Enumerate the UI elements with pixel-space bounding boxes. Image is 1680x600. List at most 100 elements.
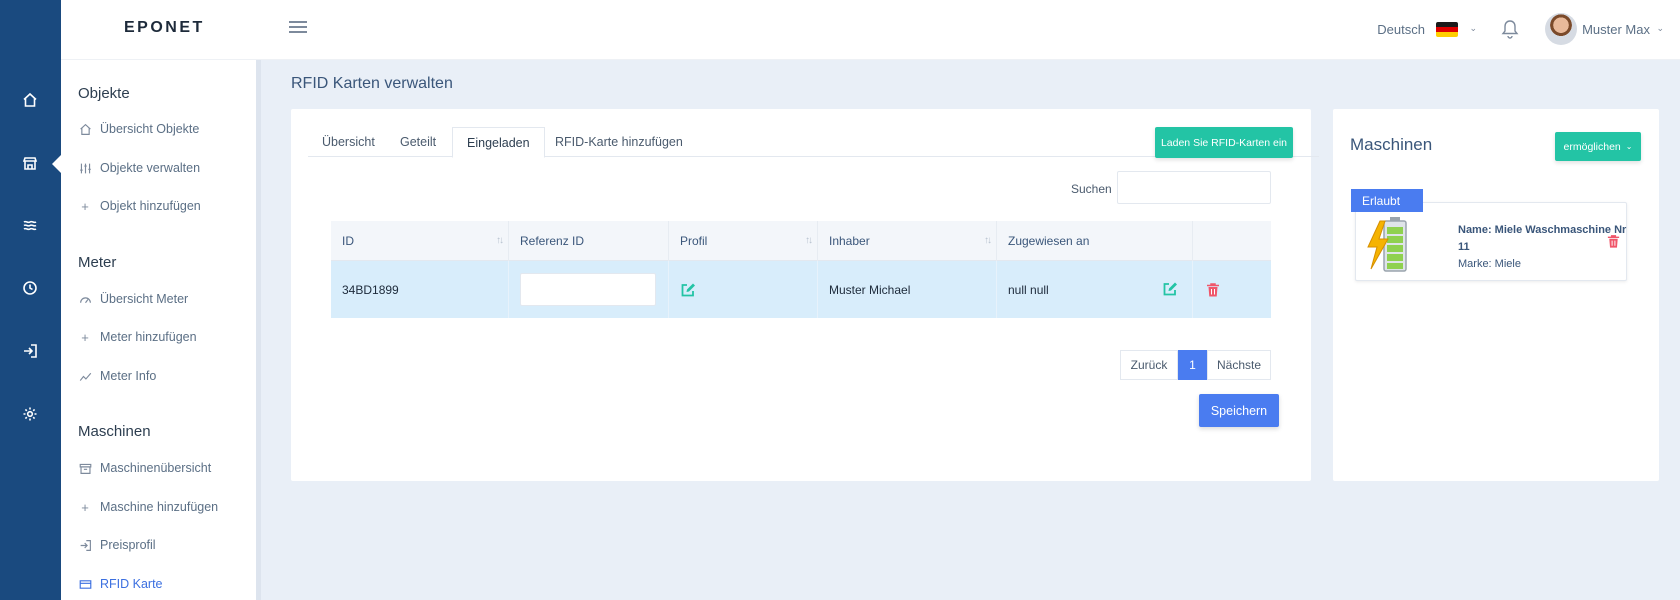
sidebar-item-label: Übersicht Objekte bbox=[100, 122, 200, 136]
gauge-icon bbox=[78, 292, 92, 306]
machines-panel: Maschinen ermöglichen ⌄ Name: Miele Wasc… bbox=[1333, 109, 1659, 481]
sidebar-item-meter-info[interactable]: Meter Info bbox=[78, 365, 156, 387]
column-header-label: Inhaber bbox=[829, 234, 870, 248]
section-title-meter: Meter bbox=[78, 254, 117, 271]
machine-brand: Marke: Miele bbox=[1458, 258, 1521, 270]
archive-icon bbox=[78, 461, 92, 475]
search-label: Suchen bbox=[1071, 182, 1112, 196]
waves-icon[interactable] bbox=[18, 213, 42, 237]
trash-icon[interactable] bbox=[1606, 234, 1621, 249]
sidebar-item-maschine-hinzufuegen[interactable]: + Maschine hinzufügen bbox=[78, 496, 218, 518]
login-icon bbox=[78, 538, 92, 552]
column-header-label: ID bbox=[342, 234, 354, 248]
sidebar-item-label: Objekt hinzufügen bbox=[100, 199, 201, 213]
assigned-to-text: null null bbox=[1008, 282, 1049, 297]
plus-icon: + bbox=[81, 329, 89, 345]
prev-page-button[interactable]: Zurück bbox=[1120, 350, 1178, 380]
avatar[interactable] bbox=[1545, 13, 1577, 45]
sidebar-item-label: Maschinenübersicht bbox=[100, 461, 212, 475]
column-header-label: Profil bbox=[680, 234, 708, 248]
edit-icon[interactable] bbox=[680, 282, 696, 298]
enable-button[interactable]: ermöglichen ⌄ bbox=[1555, 132, 1641, 161]
tab-rfid-karte-hinzufuegen[interactable]: RFID-Karte hinzufügen bbox=[541, 127, 697, 157]
clock-icon[interactable] bbox=[18, 276, 42, 300]
column-header-zugewiesen-an: Zugewiesen an bbox=[997, 221, 1193, 261]
home-icon[interactable] bbox=[18, 88, 42, 112]
machines-title: Maschinen bbox=[1350, 135, 1433, 154]
edit-icon[interactable] bbox=[1162, 281, 1178, 297]
bell-icon[interactable] bbox=[1500, 18, 1520, 40]
sliders-icon bbox=[78, 161, 92, 175]
german-flag-icon[interactable] bbox=[1436, 22, 1458, 37]
table-header: ID ↑↓ Referenz ID Profil ↑↓ Inhaber ↑↓ Z… bbox=[331, 221, 1271, 261]
user-name[interactable]: Muster Max bbox=[1582, 22, 1650, 37]
battery-charging-icon bbox=[1367, 217, 1407, 272]
menu-toggle-icon[interactable] bbox=[287, 18, 309, 40]
sidebar-item-uebersicht-objekte[interactable]: Übersicht Objekte bbox=[78, 118, 199, 140]
sidebar-item-maschinenuebersicht[interactable]: Maschinenübersicht bbox=[78, 457, 211, 479]
sort-icon[interactable]: ↑↓ bbox=[496, 235, 504, 246]
gear-icon[interactable] bbox=[18, 402, 42, 426]
sidebar-item-label: Übersicht Meter bbox=[100, 292, 189, 306]
save-button[interactable]: Speichern bbox=[1199, 394, 1279, 427]
column-header-id[interactable]: ID ↑↓ bbox=[331, 221, 509, 261]
sidebar-item-preisprofil[interactable]: Preisprofil bbox=[78, 534, 156, 556]
search-input[interactable] bbox=[1117, 171, 1271, 204]
chevron-down-icon[interactable]: ⌄ bbox=[1469, 23, 1477, 34]
language-label[interactable]: Deutsch bbox=[1377, 22, 1425, 37]
cell-profil bbox=[669, 261, 818, 318]
icon-rail bbox=[0, 0, 61, 600]
tab-eingeladen[interactable]: Eingeladen bbox=[452, 127, 545, 158]
next-page-button[interactable]: Nächste bbox=[1207, 350, 1271, 380]
rfid-table: ID ↑↓ Referenz ID Profil ↑↓ Inhaber ↑↓ Z… bbox=[331, 221, 1271, 318]
enable-button-label: ermöglichen bbox=[1563, 140, 1621, 153]
cell-actions bbox=[1193, 261, 1271, 318]
column-header-referenz-id: Referenz ID bbox=[509, 221, 669, 261]
sort-icon[interactable]: ↑↓ bbox=[805, 235, 813, 246]
sidebar-item-rfid-karte[interactable]: RFID Karte bbox=[78, 573, 163, 595]
sidebar-item-label: Objekte verwalten bbox=[100, 161, 201, 175]
sidebar-item-label: Meter Info bbox=[100, 369, 157, 383]
sidebar-item-label: Meter hinzufügen bbox=[100, 330, 197, 344]
plus-icon: + bbox=[81, 499, 89, 515]
machine-item[interactable]: Name: Miele Waschmaschine Nr 11 Marke: M… bbox=[1355, 202, 1627, 281]
active-indicator bbox=[52, 155, 61, 173]
column-header-label: Zugewiesen an bbox=[1008, 234, 1090, 248]
column-header-profil[interactable]: Profil ↑↓ bbox=[669, 221, 818, 261]
store-icon[interactable] bbox=[18, 151, 42, 175]
login-icon[interactable] bbox=[18, 339, 42, 363]
credit-card-icon bbox=[78, 577, 92, 591]
sidebar-item-meter-hinzufuegen[interactable]: + Meter hinzufügen bbox=[78, 326, 197, 348]
home-icon bbox=[78, 122, 92, 136]
sidebar: Objekte Übersicht Objekte Objekte verwal… bbox=[61, 60, 261, 600]
chart-line-icon bbox=[78, 369, 92, 383]
page-button-current[interactable]: 1 bbox=[1178, 350, 1207, 380]
rfid-card-panel: Übersicht Geteilt Eingeladen RFID-Karte … bbox=[291, 109, 1319, 481]
sidebar-item-uebersicht-meter[interactable]: Übersicht Meter bbox=[78, 288, 188, 310]
sidebar-item-label: Preisprofil bbox=[100, 538, 156, 552]
chevron-down-icon: ⌄ bbox=[1625, 142, 1633, 151]
trash-icon[interactable] bbox=[1205, 282, 1221, 298]
tab-geteilt[interactable]: Geteilt bbox=[386, 127, 450, 157]
sort-icon[interactable]: ↑↓ bbox=[984, 235, 992, 246]
sidebar-item-label: RFID Karte bbox=[100, 577, 163, 591]
sidebar-item-objekte-verwalten[interactable]: Objekte verwalten bbox=[78, 157, 200, 179]
cell-zugewiesen-an: null null bbox=[997, 261, 1193, 318]
column-header-label: Referenz ID bbox=[520, 234, 585, 248]
table-row: 34BD1899 Muster Michael null null bbox=[331, 261, 1271, 318]
sidebar-item-objekt-hinzufuegen[interactable]: + Objekt hinzufügen bbox=[78, 195, 201, 217]
page-title: RFID Karten verwalten bbox=[291, 75, 453, 92]
machine-name: Name: Miele Waschmaschine Nr 11 bbox=[1458, 224, 1627, 253]
tab-uebersicht[interactable]: Übersicht bbox=[308, 127, 389, 157]
pagination: Zurück 1 Nächste bbox=[1120, 350, 1271, 380]
load-rfid-cards-button[interactable]: Laden Sie RFID-Karten ein bbox=[1155, 127, 1293, 158]
plus-icon: + bbox=[81, 198, 89, 214]
cell-referenz-id bbox=[509, 261, 669, 318]
referenz-id-input[interactable] bbox=[520, 273, 656, 306]
column-header-inhaber[interactable]: Inhaber ↑↓ bbox=[818, 221, 997, 261]
section-title-objekte: Objekte bbox=[78, 85, 130, 102]
top-header: EPONET Deutsch ⌄ Muster Max ⌄ bbox=[61, 0, 1680, 60]
chevron-down-icon[interactable]: ⌄ bbox=[1656, 23, 1664, 34]
section-title-maschinen: Maschinen bbox=[78, 423, 151, 440]
sidebar-item-label: Maschine hinzufügen bbox=[100, 500, 219, 514]
